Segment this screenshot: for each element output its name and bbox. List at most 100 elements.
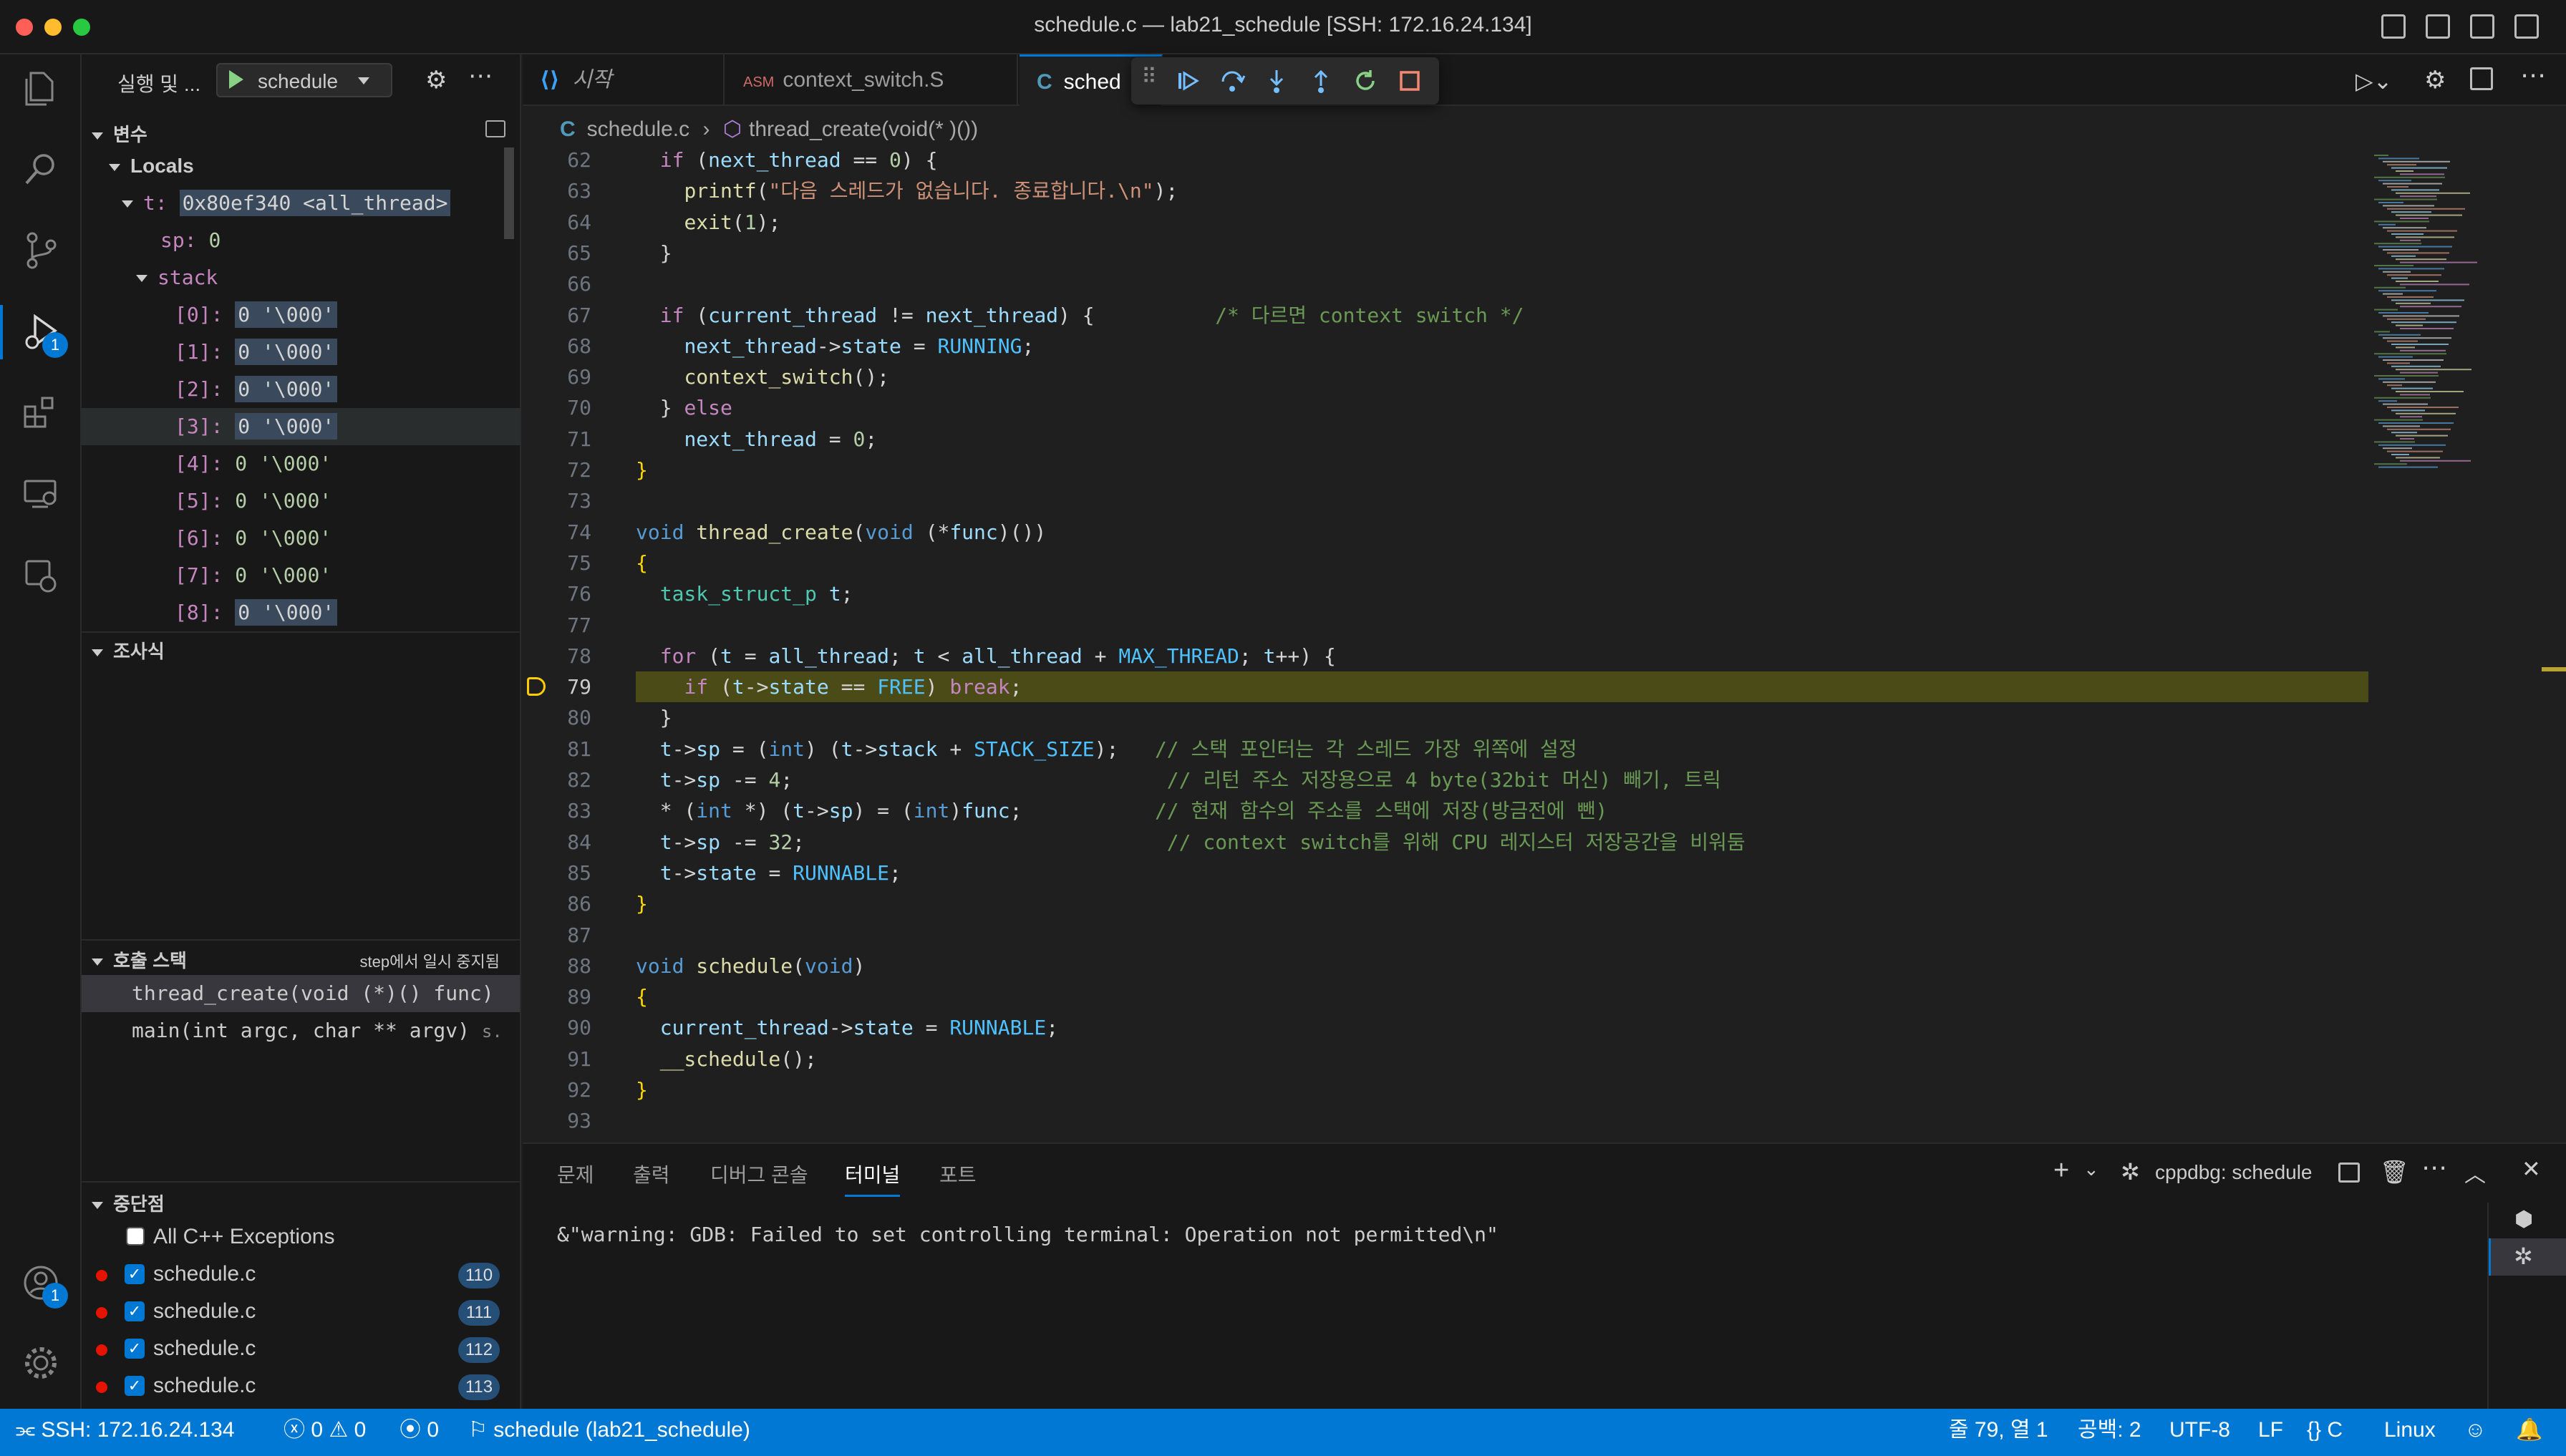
code-line[interactable]: 80 }	[523, 702, 2370, 733]
stop-icon[interactable]	[1396, 67, 1423, 94]
close-panel-icon[interactable]: ✕	[2522, 1155, 2541, 1183]
step-into-icon[interactable]	[1263, 67, 1290, 94]
code-line[interactable]: 85 t->state = RUNNABLE;	[523, 858, 2370, 888]
stack-item[interactable]: [2]: 0 '\000'	[82, 371, 520, 408]
collapse-all-icon[interactable]	[485, 120, 505, 137]
testing-icon[interactable]	[19, 554, 62, 597]
tab-welcome[interactable]: ⟨⟩ 시작	[523, 54, 725, 106]
exception-checkbox[interactable]	[126, 1227, 145, 1246]
restart-icon[interactable]	[1352, 67, 1379, 94]
end-of-line[interactable]: LF	[2258, 1409, 2283, 1452]
code-line[interactable]: 63 printf("다음 스레드가 없습니다. 종료합니다.\n");	[523, 175, 2370, 206]
debug-target-indicator[interactable]: ⚐ schedule (lab21_schedule)	[468, 1409, 750, 1452]
code-line[interactable]: 94 static void mythread(void)	[523, 1137, 2370, 1140]
breakpoint-checkbox[interactable]: ✓	[125, 1339, 145, 1359]
chevron-down-icon[interactable]: ⌄	[2083, 1158, 2099, 1180]
stack-item[interactable]: [0]: 0 '\000'	[82, 296, 520, 334]
terminal-name[interactable]: cppdbg: schedule	[2155, 1161, 2313, 1184]
panel-tab[interactable]: 포트	[939, 1160, 977, 1197]
encoding[interactable]: UTF-8	[2169, 1409, 2230, 1452]
toggle-primary-sidebar-icon[interactable]	[2381, 14, 2406, 39]
code-line[interactable]: 93	[523, 1105, 2370, 1136]
breakpoint-item[interactable]: ✓ schedule.c 111	[82, 1293, 520, 1330]
split-terminal-icon[interactable]	[2338, 1163, 2360, 1183]
call-stack-frame[interactable]: thread_create(void (*)() func)	[82, 975, 520, 1012]
code-line[interactable]: 72}	[523, 455, 2370, 485]
problems-indicator[interactable]: ⓧ 0 ⚠ 0	[284, 1409, 366, 1452]
code-line[interactable]: 73	[523, 485, 2370, 516]
breakpoint-item[interactable]: ✓ schedule.c 112	[82, 1330, 520, 1367]
code-line[interactable]: 71 next_thread = 0;	[523, 424, 2370, 455]
terminal-output[interactable]: &"warning: GDB: Failed to set controllin…	[557, 1223, 1499, 1246]
stack-item[interactable]: [4]: 0 '\000'	[82, 445, 520, 482]
ports-indicator[interactable]: ⦿ 0	[400, 1409, 439, 1452]
call-stack-section-header[interactable]: 호출 스택 step에서 일시 중지됨	[82, 942, 520, 974]
breadcrumb-file[interactable]: schedule.c	[587, 117, 689, 141]
maximize-panel-icon[interactable]: ︿	[2464, 1157, 2486, 1188]
code-line[interactable]: 75 {	[523, 548, 2370, 578]
breakpoints-section-header[interactable]: 중단점	[82, 1185, 520, 1217]
code-line[interactable]: 67 if (current_thread != next_thread) { …	[523, 300, 2370, 331]
more-actions-icon[interactable]: ⋯	[468, 62, 493, 90]
breakpoint-checkbox[interactable]: ✓	[125, 1301, 145, 1321]
platform[interactable]: Linux	[2384, 1409, 2436, 1452]
panel-tab[interactable]: 문제	[557, 1160, 594, 1197]
run-debug-split-icon[interactable]: ▷⌄	[2356, 67, 2392, 94]
call-stack-frame[interactable]: main(int argc, char ** argv) s.	[82, 1012, 520, 1049]
variables-section-header[interactable]: 변수	[82, 116, 520, 147]
start-debugging-icon[interactable]	[229, 70, 243, 89]
variable-t[interactable]: t: 0x80ef340 <all_thread>	[82, 185, 520, 222]
shell-terminal-icon[interactable]: ⬢	[2514, 1207, 2533, 1232]
split-editor-icon[interactable]	[2470, 67, 2493, 90]
stack-item[interactable]: [1]: 0 '\000'	[82, 334, 520, 371]
code-line[interactable]: 76 task_struct_p t;	[523, 578, 2370, 609]
code-line[interactable]: 84 t->sp -= 32; // context switch를 위해 CP…	[523, 827, 2370, 858]
more-actions-icon[interactable]: ⋯	[2520, 60, 2546, 90]
stack-item[interactable]: [6]: 0 '\000'	[82, 520, 520, 557]
manage-gear-icon[interactable]	[19, 1341, 62, 1384]
variable-stack[interactable]: stack	[82, 259, 520, 296]
debug-terminal-entry[interactable]: ✲	[2489, 1238, 2566, 1276]
code-line[interactable]: 77	[523, 610, 2370, 641]
code-line[interactable]: 78 for (t = all_thread; t < all_thread +…	[523, 641, 2370, 671]
code-line[interactable]: 87	[523, 920, 2370, 951]
stack-item[interactable]: [7]: 0 '\000'	[82, 557, 520, 594]
stack-item[interactable]: [3]: 0 '\000'	[82, 408, 520, 445]
code-line[interactable]: 79 if (t->state == FREE) break;	[523, 671, 2370, 702]
notifications-bell-icon[interactable]: 🔔	[2516, 1409, 2542, 1452]
code-line[interactable]: 91 __schedule();	[523, 1044, 2370, 1074]
trash-icon[interactable]: 🗑	[2380, 1158, 2409, 1185]
run-debug-icon[interactable]: 1	[19, 311, 68, 358]
panel-tab[interactable]: 터미널	[845, 1160, 901, 1197]
step-over-icon[interactable]	[1219, 67, 1246, 94]
code-line[interactable]: 89 {	[523, 981, 2370, 1012]
variable-sp[interactable]: sp: 0	[82, 222, 520, 259]
breakpoint-checkbox[interactable]: ✓	[125, 1376, 145, 1396]
stack-item[interactable]: [8]: 0 '\000'	[82, 594, 520, 631]
language-mode[interactable]: {} C	[2307, 1409, 2343, 1452]
search-icon[interactable]	[19, 147, 62, 190]
exceptions-breakpoint[interactable]: All C++ Exceptions	[82, 1218, 520, 1256]
drag-handle-icon[interactable]: ⠿	[1141, 64, 1157, 89]
stack-item[interactable]: [5]: 0 '\000'	[82, 482, 520, 520]
code-editor[interactable]: 62 if (next_thread == 0) {63 printf("다음 …	[523, 152, 2370, 1140]
indentation[interactable]: 공백: 2	[2078, 1409, 2141, 1452]
code-line[interactable]: 64 exit(1);	[523, 207, 2370, 238]
breakpoint-item[interactable]: ✓ schedule.c 110	[82, 1256, 520, 1293]
remote-indicator[interactable]: ⫘ SSH: 172.16.24.134	[16, 1409, 235, 1452]
variables-scrollbar[interactable]	[504, 147, 514, 239]
gear-icon[interactable]: ⚙	[425, 66, 447, 94]
account-icon[interactable]: 1	[19, 1261, 68, 1309]
continue-icon[interactable]	[1174, 67, 1201, 94]
more-actions-icon[interactable]: ⋯	[2421, 1152, 2447, 1183]
code-line[interactable]: 86}	[523, 888, 2370, 919]
code-line[interactable]: 90 current_thread->state = RUNNABLE;	[523, 1012, 2370, 1043]
toggle-secondary-sidebar-icon[interactable]	[2470, 14, 2494, 39]
customize-layout-icon[interactable]	[2514, 14, 2539, 39]
code-line[interactable]: 70 } else	[523, 392, 2370, 423]
gear-icon[interactable]: ⚙	[2424, 66, 2446, 94]
code-line[interactable]: 88 void schedule(void)	[523, 951, 2370, 981]
locals-scope[interactable]: Locals	[82, 147, 520, 185]
code-line[interactable]: 81 t->sp = (int) (t->stack + STACK_SIZE)…	[523, 734, 2370, 765]
step-out-icon[interactable]	[1307, 67, 1335, 94]
